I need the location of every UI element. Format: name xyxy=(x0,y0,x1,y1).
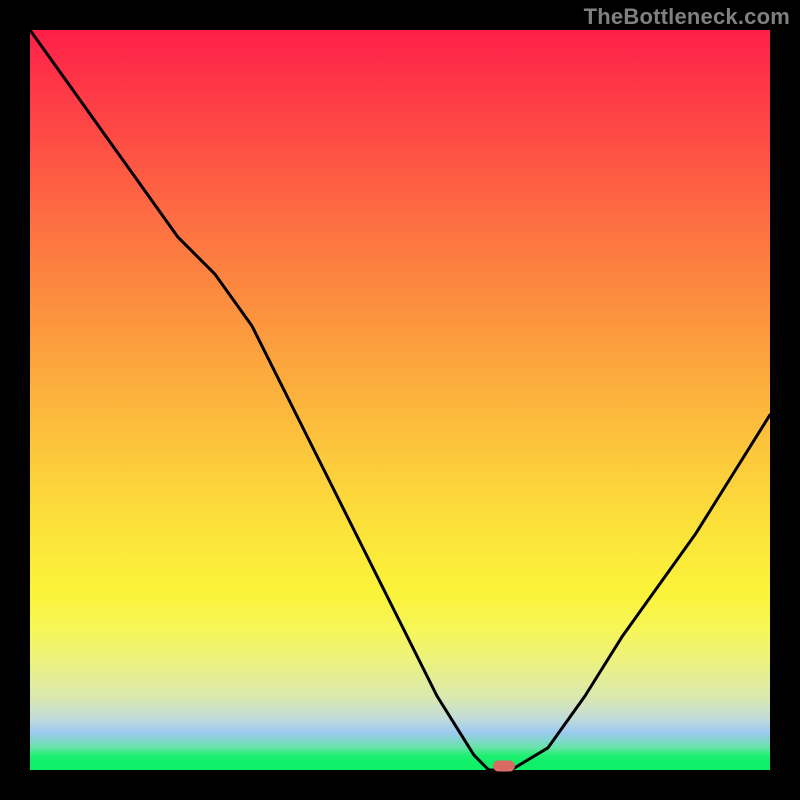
bottleneck-curve-path xyxy=(30,30,770,770)
chart-frame: TheBottleneck.com xyxy=(0,0,800,800)
curve-svg xyxy=(30,30,770,770)
optimal-point-marker xyxy=(493,761,515,772)
plot-area xyxy=(30,30,770,770)
attribution-label: TheBottleneck.com xyxy=(584,4,790,30)
